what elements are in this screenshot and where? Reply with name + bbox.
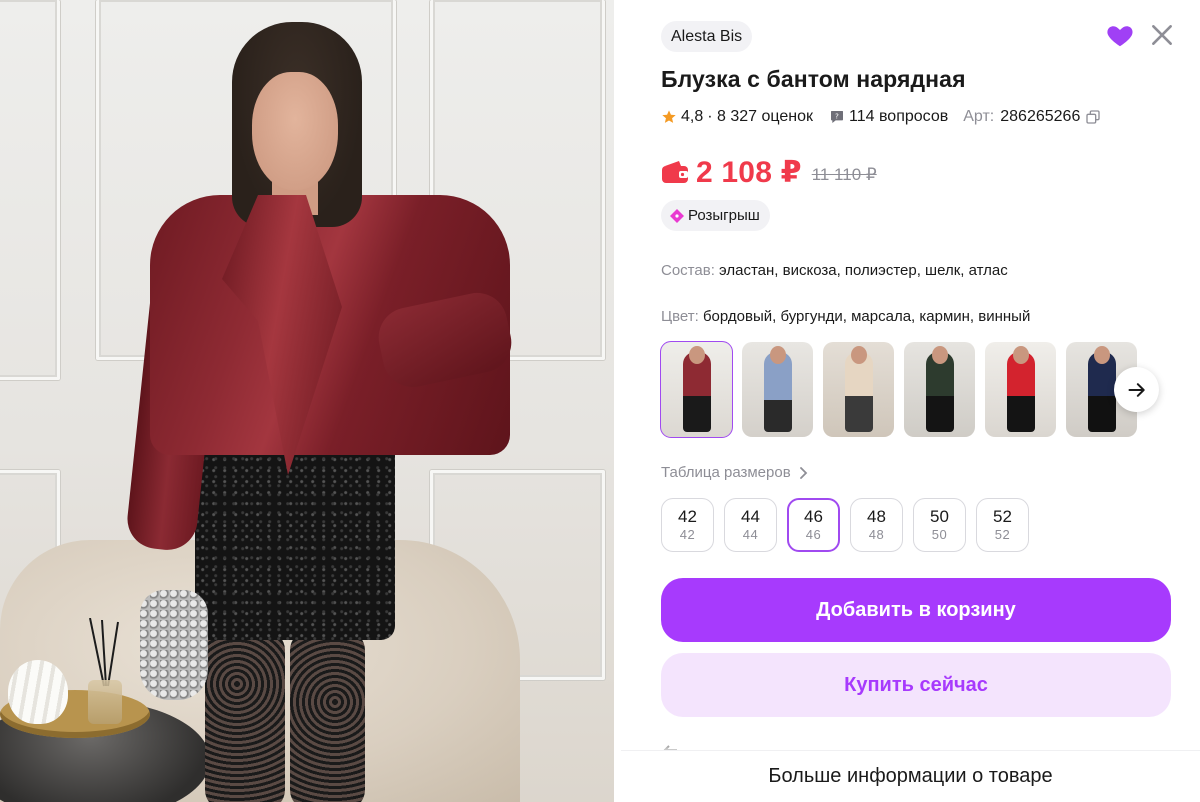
color-value: бордовый, бургунди, марсала, кармин, вин… bbox=[702, 308, 1031, 325]
price-row: 2 108 ₽ 11 110 ₽ bbox=[661, 153, 877, 191]
current-price: 2 108 ₽ bbox=[696, 155, 802, 189]
wallet-icon bbox=[662, 161, 688, 183]
composition: Состав: эластан, вискоза, полиэстер, шел… bbox=[661, 262, 1008, 279]
white-vase bbox=[8, 660, 68, 724]
rating-value[interactable]: 4,8 bbox=[681, 108, 703, 126]
thumb-blue[interactable] bbox=[742, 342, 813, 437]
size-value: 42 bbox=[678, 507, 697, 526]
size-ru-value: 42 bbox=[679, 527, 696, 542]
next-thumbs-button[interactable] bbox=[1114, 367, 1159, 412]
thumb-green-print[interactable] bbox=[904, 342, 975, 437]
size-value: 48 bbox=[867, 507, 886, 526]
product-photo[interactable] bbox=[0, 0, 614, 802]
size-option-42[interactable]: 42 42 bbox=[661, 498, 714, 552]
size-value: 52 bbox=[993, 507, 1012, 526]
size-ru-value: 46 bbox=[805, 527, 822, 542]
thumb-red[interactable] bbox=[985, 342, 1056, 437]
reviews-count[interactable]: · 8 327 оценок bbox=[707, 108, 813, 126]
chevron-right-icon bbox=[799, 466, 807, 479]
model-leg bbox=[290, 630, 365, 802]
color: Цвет: бордовый, бургунди, марсала, карми… bbox=[661, 308, 1030, 325]
questions-count[interactable]: 114 вопросов bbox=[849, 108, 948, 126]
arrow-right-icon bbox=[1128, 382, 1145, 397]
size-option-46[interactable]: 46 46 bbox=[787, 498, 840, 552]
star-icon bbox=[662, 110, 676, 123]
composition-value: эластан, вискоза, полиэстер, шелк, атлас bbox=[719, 262, 1008, 279]
composition-label: Состав: bbox=[661, 262, 715, 279]
beaded-handbag bbox=[140, 590, 208, 700]
question-bubble-icon: ? bbox=[831, 111, 844, 123]
buy-now-button[interactable]: Купить сейчас bbox=[661, 653, 1171, 717]
heart-icon[interactable] bbox=[1105, 20, 1135, 50]
promo-badge[interactable]: Розыгрыш bbox=[661, 200, 770, 231]
color-variants bbox=[660, 341, 1137, 438]
size-option-44[interactable]: 44 44 bbox=[724, 498, 777, 552]
product-info-panel: Alesta Bis Блузка с бантом нарядная 4,8 … bbox=[621, 0, 1200, 802]
wall-molding bbox=[0, 0, 60, 380]
size-option-48[interactable]: 48 48 bbox=[850, 498, 903, 552]
diffuser-bottle bbox=[88, 680, 122, 724]
copy-icon[interactable] bbox=[1085, 109, 1101, 125]
size-ru-value: 52 bbox=[994, 527, 1011, 542]
more-info-bar[interactable]: Больше информации о товаре bbox=[621, 750, 1200, 802]
model-face bbox=[252, 72, 338, 190]
color-label: Цвет: bbox=[661, 308, 699, 325]
size-ru-value: 48 bbox=[868, 527, 885, 542]
product-meta: 4,8 · 8 327 оценок ? 114 вопросов Арт: 2… bbox=[661, 106, 1101, 128]
reed-sticks bbox=[89, 618, 119, 687]
thumb-burgundy[interactable] bbox=[660, 341, 733, 438]
svg-text:?: ? bbox=[835, 111, 839, 120]
size-chart-link[interactable]: Таблица размеров bbox=[661, 464, 808, 481]
promo-label: Розыгрыш bbox=[688, 207, 760, 224]
size-option-52[interactable]: 52 52 bbox=[976, 498, 1029, 552]
size-ru-value: 44 bbox=[742, 527, 759, 542]
size-value: 46 bbox=[804, 507, 823, 526]
size-selector: 42 42 44 44 46 46 48 48 50 50 52 52 bbox=[661, 498, 1029, 552]
article-label: Арт: bbox=[963, 108, 995, 125]
size-value: 50 bbox=[930, 507, 949, 526]
close-icon[interactable] bbox=[1149, 22, 1175, 48]
size-ru-value: 50 bbox=[931, 527, 948, 542]
add-to-cart-button[interactable]: Добавить в корзину bbox=[661, 578, 1171, 642]
article-number: 286265266 bbox=[1000, 108, 1081, 125]
thumb-beige[interactable] bbox=[823, 342, 894, 437]
size-chart-label[interactable]: Таблица размеров bbox=[661, 464, 791, 481]
seller-name[interactable]: Alesta Bis bbox=[671, 28, 742, 45]
old-price: 11 110 ₽ bbox=[811, 165, 877, 184]
product-title: Блузка с бантом нарядная bbox=[661, 66, 966, 92]
seller-badge[interactable]: Alesta Bis bbox=[661, 21, 753, 52]
size-option-50[interactable]: 50 50 bbox=[913, 498, 966, 552]
tag-icon bbox=[670, 208, 684, 223]
model-leg bbox=[205, 630, 285, 802]
size-value: 44 bbox=[741, 507, 760, 526]
more-info-link[interactable]: Больше информации о товаре bbox=[768, 765, 1052, 788]
